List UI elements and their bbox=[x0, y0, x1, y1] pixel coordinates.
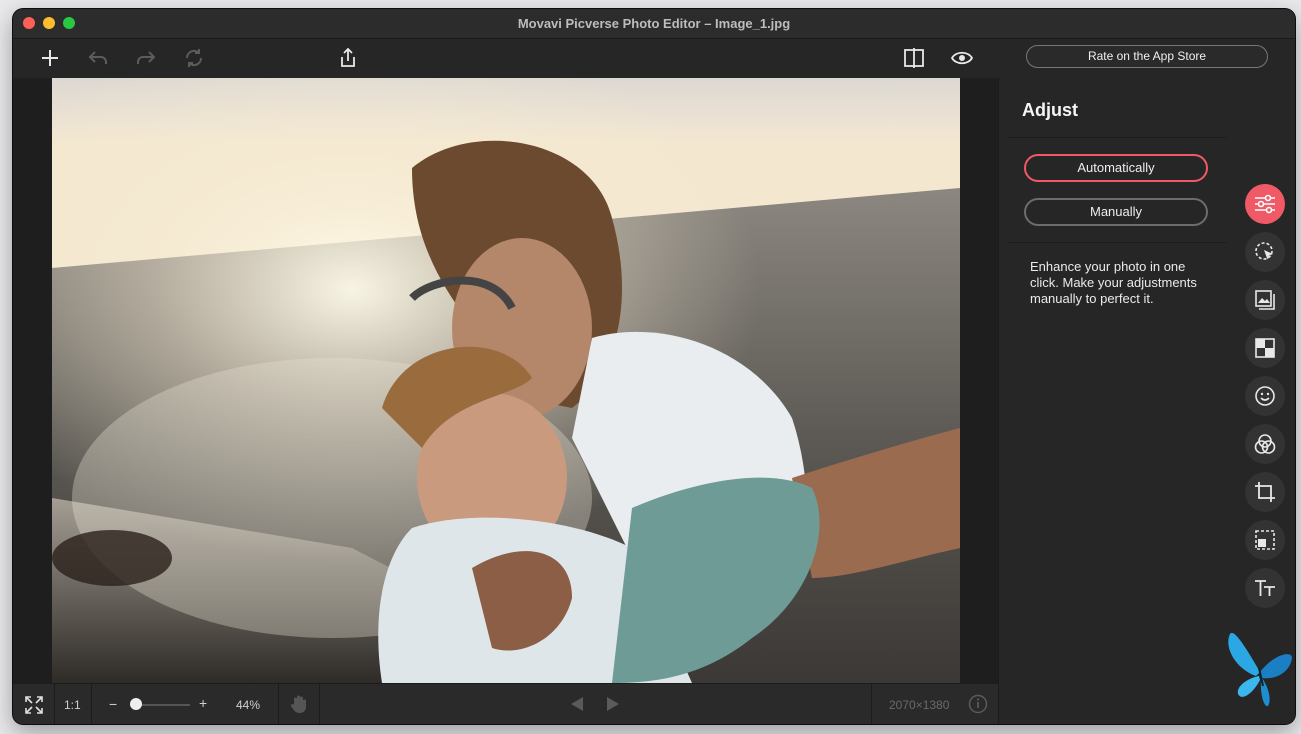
title-bar: Movavi Picverse Photo Editor – Image_1.j… bbox=[13, 9, 1295, 39]
image-dimensions: 2070×1380 bbox=[889, 698, 950, 712]
toolbar: Rate on the App Store bbox=[13, 39, 1295, 77]
filters-icon[interactable] bbox=[1245, 424, 1285, 464]
undo-icon[interactable] bbox=[84, 45, 112, 71]
fullscreen-icon[interactable] bbox=[25, 696, 43, 717]
retouch-icon[interactable] bbox=[1245, 328, 1285, 368]
text-icon[interactable] bbox=[1245, 568, 1285, 608]
bottom-bar: 1:1 − + 44% 2070×1380 bbox=[13, 683, 998, 724]
object-removal-icon[interactable] bbox=[1245, 232, 1285, 272]
butterfly-logo-icon bbox=[1226, 628, 1295, 717]
info-icon[interactable] bbox=[968, 694, 988, 717]
next-image-icon[interactable] bbox=[605, 696, 621, 715]
manually-button[interactable]: Manually bbox=[1024, 198, 1208, 226]
redo-icon[interactable] bbox=[132, 45, 160, 71]
previous-image-icon[interactable] bbox=[569, 696, 585, 715]
adjust-sliders-icon[interactable] bbox=[1245, 184, 1285, 224]
preview-eye-icon[interactable] bbox=[948, 45, 976, 71]
add-icon[interactable] bbox=[36, 45, 64, 71]
panel-title: Adjust bbox=[1022, 100, 1078, 120]
app-window: Movavi Picverse Photo Editor – Image_1.j… bbox=[13, 9, 1295, 724]
photo-image bbox=[52, 78, 960, 683]
zoom-percent: 44% bbox=[236, 698, 261, 712]
photo-canvas[interactable] bbox=[52, 78, 960, 683]
tool-rail bbox=[1226, 78, 1295, 724]
face-icon[interactable] bbox=[1245, 376, 1285, 416]
selection-icon[interactable] bbox=[1245, 520, 1285, 560]
zoom-out-button[interactable]: − bbox=[109, 696, 117, 712]
rotate-icon[interactable] bbox=[180, 45, 208, 71]
actual-size-button[interactable]: 1:1 bbox=[64, 698, 81, 712]
background-icon[interactable] bbox=[1245, 280, 1285, 320]
rate-app-store-button[interactable]: Rate on the App Store bbox=[1026, 45, 1268, 68]
canvas-area bbox=[13, 78, 998, 683]
share-icon[interactable] bbox=[334, 45, 362, 71]
crop-icon[interactable] bbox=[1245, 472, 1285, 512]
window-title: Movavi Picverse Photo Editor – Image_1.j… bbox=[517, 16, 791, 31]
zoom-in-button[interactable]: + bbox=[199, 695, 207, 711]
compare-icon[interactable] bbox=[900, 45, 928, 71]
automatically-button[interactable]: Automatically bbox=[1024, 154, 1208, 182]
adjust-panel: Adjust Automatically Manually Enhance yo… bbox=[998, 78, 1227, 724]
hand-pan-icon[interactable] bbox=[290, 694, 308, 717]
zoom-slider-knob[interactable] bbox=[130, 698, 142, 710]
panel-description: Enhance your photo in one click. Make yo… bbox=[1030, 259, 1197, 306]
